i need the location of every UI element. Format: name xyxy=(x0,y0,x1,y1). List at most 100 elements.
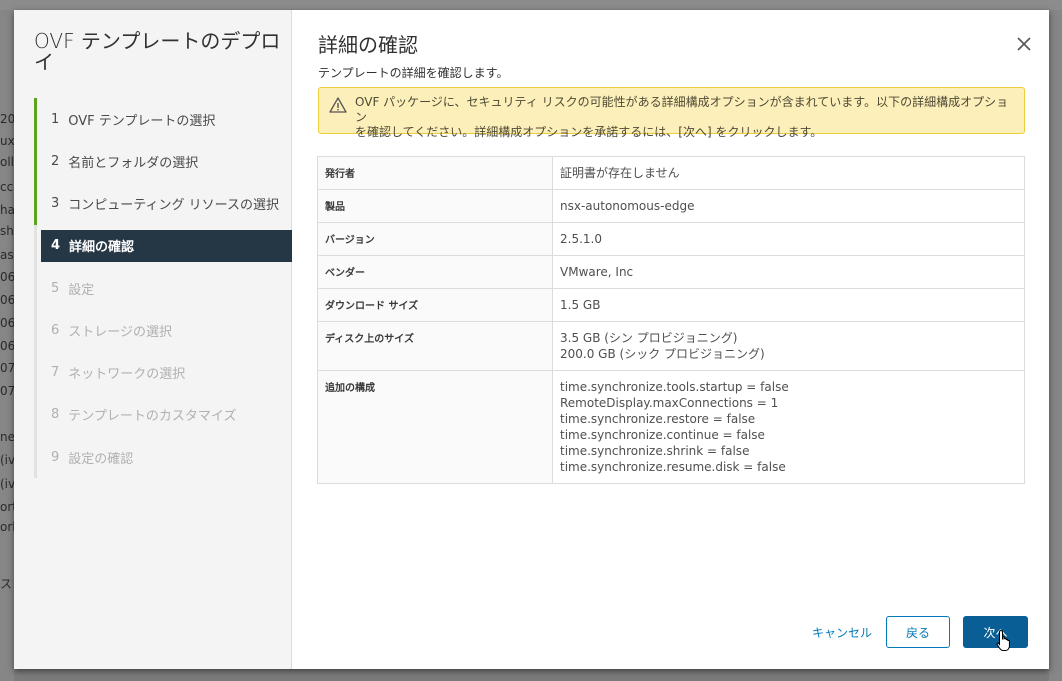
details-key: ディスク上のサイズ xyxy=(317,321,553,371)
step-number: 7 xyxy=(51,365,60,381)
details-value-line: RemoteDisplay.maxConnections = 1 xyxy=(560,396,779,410)
wizard-step-4[interactable]: 4 詳細の確認 xyxy=(41,229,292,262)
background-fragment: 07 xyxy=(0,361,14,375)
background-fragment: 06 xyxy=(0,270,14,284)
details-value-line: VMware, Inc xyxy=(560,265,634,279)
step-number: 4 xyxy=(51,238,61,254)
wizard-title: OVF テンプレートのデプロイ xyxy=(34,29,281,74)
step-label: ネットワークの選択 xyxy=(68,367,186,383)
details-key: 追加の構成 xyxy=(317,370,553,484)
alert-text-line1: OVF パッケージに、セキュリティ リスクの可能性がある詳細構成オプションが含ま… xyxy=(355,95,1009,124)
details-row: 製品 nsx-autonomous-edge xyxy=(317,189,1025,223)
step-label: 詳細の確認 xyxy=(69,240,135,256)
alert-text: OVF パッケージに、セキュリティ リスクの可能性がある詳細構成オプションが含ま… xyxy=(355,95,1014,139)
background-fragment: (iv xyxy=(0,477,14,491)
step-number: 5 xyxy=(51,280,60,296)
wizard-step-6: 6 ストレージの選択 xyxy=(34,309,292,351)
dialog-footer: キャンセル 戻る 次へ xyxy=(812,616,1028,651)
back-button[interactable]: 戻る xyxy=(886,616,950,648)
background-fragment: sh xyxy=(0,224,14,238)
background-fragment: ux xyxy=(0,134,14,148)
background-fragment: 06 xyxy=(0,339,14,353)
details-key: 発行者 xyxy=(317,156,553,190)
details-value-line: nsx-autonomous-edge xyxy=(560,199,695,213)
background-fragment: ス xyxy=(0,577,13,591)
wizard-step-7: 7 ネットワークの選択 xyxy=(34,351,292,393)
step-label: コンピューティング リソースの選択 xyxy=(68,198,279,214)
details-value-line: time.synchronize.resume.disk = false xyxy=(560,460,786,474)
background-right-pane xyxy=(1049,10,1062,681)
background-fragment: 06 xyxy=(0,316,14,330)
hand-cursor-icon xyxy=(996,629,1010,651)
details-value-line: time.synchronize.continue = false xyxy=(560,428,765,442)
step-number: 1 xyxy=(51,111,60,127)
details-key: ベンダー xyxy=(317,255,553,289)
background-fragment: (iv xyxy=(0,453,14,467)
ovf-deploy-dialog: OVF テンプレートのデプロイ 1 OVF テンプレートの選択 2 名前とフォルダの選… xyxy=(14,10,1049,669)
details-row: ベンダー VMware, Inc xyxy=(317,255,1025,289)
background-fragment: ork xyxy=(0,520,14,534)
details-value-line: 証明書が存在しません xyxy=(560,166,680,180)
details-value-line: time.synchronize.shrink = false xyxy=(560,444,750,458)
step-label: テンプレートのカスタマイズ xyxy=(68,409,237,425)
wizard-sidebar: OVF テンプレートのデプロイ 1 OVF テンプレートの選択 2 名前とフォルダの選… xyxy=(14,10,292,669)
warning-alert: OVF パッケージに、セキュリティ リスクの可能性がある詳細構成オプションが含ま… xyxy=(318,87,1025,139)
background-fragment: cc xyxy=(0,180,14,194)
wizard-step-8: 8 テンプレートのカスタマイズ xyxy=(34,394,292,436)
step-label: 名前とフォルダの選択 xyxy=(68,155,199,171)
background-fragment: 20 xyxy=(0,112,14,126)
wizard-step-2[interactable]: 2 名前とフォルダの選択 xyxy=(34,140,292,183)
background-fragment: as xyxy=(0,248,14,262)
details-value-line: time.synchronize.restore = false xyxy=(560,412,756,426)
details-value: time.synchronize.tools.startup = false Re… xyxy=(552,370,1025,484)
details-value-line: 200.0 GB (シック プロビジョニング) xyxy=(560,347,765,361)
details-row: 発行者 証明書が存在しません xyxy=(317,156,1025,190)
details-key: 製品 xyxy=(317,189,553,223)
background-fragment: hac xyxy=(0,203,14,217)
step-number: 8 xyxy=(51,407,60,423)
background-header xyxy=(0,0,1062,10)
step-number: 6 xyxy=(51,322,60,338)
wizard-step-3[interactable]: 3 コンピューティング リソースの選択 xyxy=(34,182,292,226)
details-value-line: 2.5.1.0 xyxy=(560,232,602,246)
wizard-steps: 1 OVF テンプレートの選択 2 名前とフォルダの選択 3 コンピューティング リソース… xyxy=(34,98,292,478)
background-fragment: 07 xyxy=(0,384,14,398)
background-fragment: 06 xyxy=(0,293,14,307)
details-value: 2.5.1.0 xyxy=(552,222,1025,256)
warning-icon xyxy=(329,97,347,113)
background-fragment: nec xyxy=(0,430,14,444)
details-row: ダウンロード サイズ 1.5 GB xyxy=(317,288,1025,322)
details-value-line: 1.5 GB xyxy=(560,298,601,312)
details-value-line: time.synchronize.tools.startup = false xyxy=(560,380,789,394)
next-button[interactable]: 次へ xyxy=(963,616,1028,651)
step-number: 9 xyxy=(51,449,60,465)
background-fragment: ort xyxy=(0,500,14,514)
page-title: 詳細の確認 xyxy=(318,33,418,57)
wizard-step-9: 9 設定の確認 xyxy=(34,436,292,478)
wizard-step-1[interactable]: 1 OVF テンプレートの選択 xyxy=(34,98,292,141)
details-row: 追加の構成 time.synchronize.tools.startup = fa… xyxy=(317,370,1025,484)
background-fragment: olle xyxy=(0,155,14,169)
step-label: 設定の確認 xyxy=(68,451,134,467)
details-row: バージョン 2.5.1.0 xyxy=(317,222,1025,256)
page-subtitle: テンプレートの詳細を確認します。 xyxy=(318,66,509,80)
cancel-button[interactable]: キャンセル xyxy=(812,624,872,641)
alert-text-line2: を確認してください。詳細構成オプションを承諾するには、[次へ] をクリックします… xyxy=(355,125,823,139)
step-number: 2 xyxy=(51,153,60,169)
step-label: OVF テンプレートの選択 xyxy=(68,113,216,129)
details-value: VMware, Inc xyxy=(552,255,1025,289)
details-key: ダウンロード サイズ xyxy=(317,288,553,322)
step-label: ストレージの選択 xyxy=(68,324,173,340)
details-table: 発行者 証明書が存在しません 製品 nsx-autonomous-edge バージョン 2… xyxy=(317,156,1025,484)
details-value: 証明書が存在しません xyxy=(552,156,1025,190)
details-value: nsx-autonomous-edge xyxy=(552,189,1025,223)
details-value: 1.5 GB xyxy=(552,288,1025,322)
step-number: 3 xyxy=(51,196,60,212)
details-value: 3.5 GB (シン プロビジョニング) 200.0 GB (シック プロビジョニ… xyxy=(552,321,1025,371)
details-value-line: 3.5 GB (シン プロビジョニング) xyxy=(560,331,738,345)
details-row: ディスク上のサイズ 3.5 GB (シン プロビジョニング) 200.0 GB (シ… xyxy=(317,321,1025,371)
wizard-main: 詳細の確認 テンプレートの詳細を確認します。 OVF パッケージに、セキュリティ… xyxy=(292,10,1049,669)
close-icon[interactable] xyxy=(1014,34,1034,54)
details-key: バージョン xyxy=(317,222,553,256)
wizard-step-5: 5 設定 xyxy=(34,267,292,309)
